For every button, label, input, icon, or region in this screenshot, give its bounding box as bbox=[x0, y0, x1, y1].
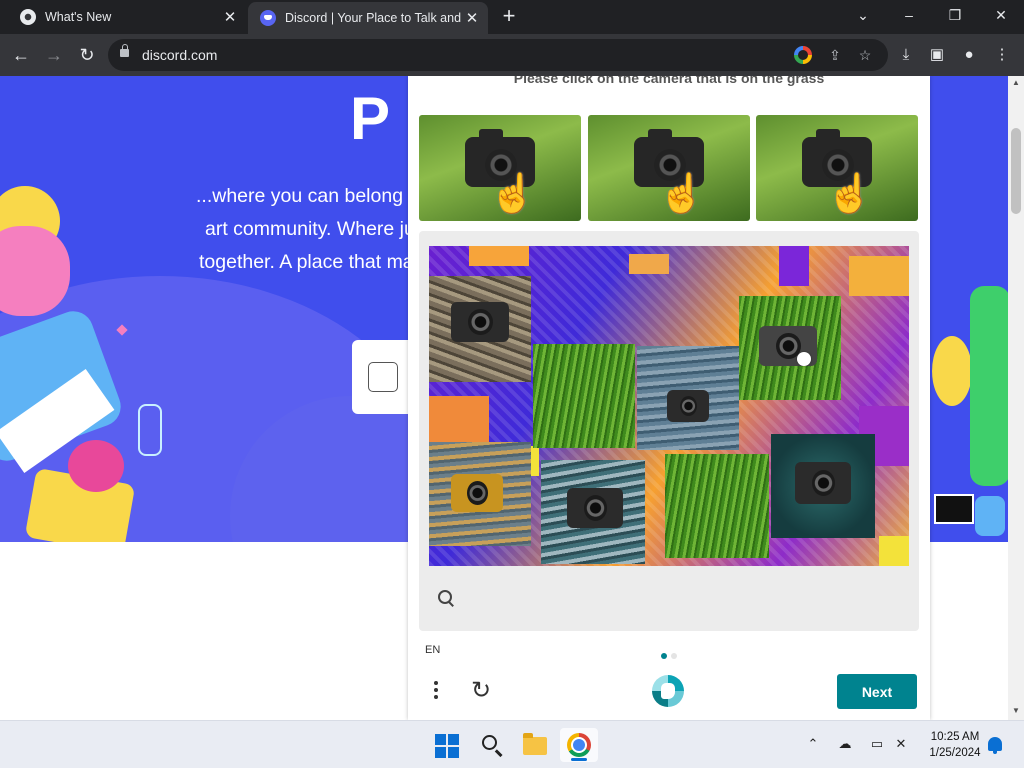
noise-block bbox=[779, 246, 809, 286]
tab-discord[interactable]: Discord | Your Place to Talk and Hang Ou… bbox=[248, 2, 488, 34]
camera-icon bbox=[451, 302, 509, 342]
network-icon[interactable]: ▭ bbox=[868, 735, 886, 753]
challenge-progress bbox=[659, 646, 679, 664]
chrome-icon bbox=[20, 9, 36, 25]
tray-overflow-chevron-icon[interactable]: ⌃ bbox=[804, 735, 822, 753]
tab-strip: What's New ✕ Discord | Your Place to Tal… bbox=[0, 0, 1024, 34]
notification-bell-icon[interactable] bbox=[988, 737, 1002, 754]
noise-block bbox=[469, 246, 529, 266]
download-checkbox[interactable] bbox=[368, 362, 398, 392]
noise-block bbox=[429, 396, 489, 446]
refresh-challenge-icon[interactable]: ↻ bbox=[468, 678, 494, 704]
file-explorer-icon bbox=[523, 733, 547, 755]
lock-icon[interactable] bbox=[120, 44, 129, 57]
example-image: ☝ bbox=[756, 115, 918, 221]
share-icon[interactable]: ⇪ bbox=[826, 46, 844, 64]
page-scrollbar[interactable]: ▲ ▼ bbox=[1008, 76, 1024, 720]
address-bar[interactable]: discord.com ⇪ ☆ bbox=[108, 39, 888, 71]
challenge-prompt: Please click on the camera that is on th… bbox=[513, 76, 825, 86]
language-selector[interactable]: EN bbox=[425, 644, 440, 656]
progress-dot-active bbox=[661, 653, 667, 659]
menu-button[interactable] bbox=[428, 678, 444, 702]
grass-tile[interactable] bbox=[665, 454, 769, 558]
menu-kebab-icon[interactable]: ⋮ bbox=[991, 44, 1013, 66]
noise-block bbox=[629, 254, 669, 274]
clock-time: 10:25 AM bbox=[930, 731, 980, 743]
character-illustration bbox=[68, 440, 124, 492]
camera-icon bbox=[567, 488, 623, 528]
character-illustration bbox=[975, 496, 1005, 536]
google-lens-icon[interactable] bbox=[794, 46, 812, 64]
pointer-hand-icon: ☝ bbox=[658, 173, 706, 215]
chrome-taskbar-button[interactable] bbox=[560, 728, 598, 762]
url-text: discord.com bbox=[142, 47, 218, 63]
taskbar-search-button[interactable] bbox=[474, 728, 508, 762]
reload-button[interactable]: ↻ bbox=[74, 42, 100, 68]
chrome-icon bbox=[567, 733, 591, 757]
tab-title: What's New bbox=[45, 10, 112, 24]
selection-marker bbox=[797, 352, 811, 366]
page-viewport: P ...where you can belong t art communit… bbox=[0, 76, 1008, 720]
scroll-up-arrow[interactable]: ▲ bbox=[1008, 78, 1024, 87]
cloud-offline-icon[interactable]: ☁ bbox=[836, 735, 854, 753]
windows-taskbar: ⌃ ☁ ▭ ✕ 10:25 AM 1/25/2024 bbox=[0, 720, 1024, 768]
tab-title: Discord | Your Place to Talk and Hang Ou… bbox=[285, 11, 462, 25]
next-button[interactable]: Next bbox=[837, 674, 917, 709]
camera-icon bbox=[795, 462, 851, 504]
tab-whats-new[interactable]: What's New ✕ bbox=[8, 0, 246, 34]
pointer-hand-icon: ☝ bbox=[826, 173, 874, 215]
file-explorer-button[interactable] bbox=[518, 728, 552, 762]
camera-tile-water[interactable] bbox=[637, 346, 739, 450]
minimize-button[interactable]: – bbox=[886, 0, 932, 34]
grass-tile[interactable] bbox=[533, 344, 635, 448]
noise-block bbox=[849, 256, 909, 296]
pointer-hand-icon: ☝ bbox=[489, 173, 537, 215]
discord-icon bbox=[260, 10, 276, 26]
scroll-down-arrow[interactable]: ▼ bbox=[1008, 706, 1024, 715]
tab-close-icon[interactable]: ✕ bbox=[220, 8, 240, 26]
close-window-button[interactable]: ✕ bbox=[978, 0, 1024, 34]
browser-toolbar: ← → ↻ discord.com ⇪ ☆ ⤓ ▣ ● ⋮ bbox=[0, 34, 1024, 76]
lantern-illustration bbox=[138, 404, 162, 456]
character-illustration bbox=[970, 286, 1008, 486]
clock-date: 1/25/2024 bbox=[929, 747, 981, 759]
new-tab-button[interactable]: + bbox=[498, 5, 520, 27]
example-image: ☝ bbox=[419, 115, 581, 221]
windows-start-icon bbox=[435, 734, 459, 758]
download-icon[interactable]: ⤓ bbox=[895, 44, 917, 66]
back-button[interactable]: ← bbox=[8, 42, 34, 68]
zoom-magnifier-icon[interactable] bbox=[437, 589, 457, 609]
volume-muted-icon[interactable]: ✕ bbox=[892, 735, 910, 753]
challenge-canvas[interactable] bbox=[429, 246, 909, 566]
profile-icon[interactable]: ● bbox=[958, 44, 980, 66]
noise-block bbox=[879, 536, 909, 566]
side-panel-icon[interactable]: ▣ bbox=[926, 44, 948, 66]
camera-tile-water[interactable] bbox=[771, 434, 875, 538]
forward-button[interactable]: → bbox=[41, 42, 67, 68]
scroll-thumb[interactable] bbox=[1011, 128, 1021, 214]
character-illustration bbox=[934, 494, 974, 524]
character-illustration bbox=[0, 226, 70, 316]
bookmark-star-icon[interactable]: ☆ bbox=[856, 46, 874, 64]
progress-dot bbox=[671, 653, 677, 659]
hcaptcha-challenge: Please click on the camera that is on th… bbox=[408, 76, 930, 720]
camera-tile-water[interactable] bbox=[541, 460, 645, 564]
hcaptcha-logo-icon bbox=[652, 675, 684, 707]
character-illustration bbox=[932, 336, 972, 406]
camera-icon bbox=[667, 390, 709, 422]
active-app-indicator bbox=[571, 758, 587, 761]
example-image: ☝ bbox=[588, 115, 750, 221]
windows-start-button[interactable] bbox=[429, 728, 463, 762]
camera-tile-water[interactable] bbox=[429, 442, 531, 546]
camera-tile-grass[interactable] bbox=[739, 296, 841, 400]
hero-heading: P bbox=[350, 85, 393, 152]
camera-icon bbox=[451, 474, 503, 512]
challenge-task-area bbox=[419, 231, 919, 631]
search-icon bbox=[482, 735, 497, 750]
maximize-button[interactable]: ❐ bbox=[932, 0, 978, 34]
system-clock[interactable]: 10:25 AM 1/25/2024 bbox=[916, 729, 994, 761]
camera-tile-rocks[interactable] bbox=[429, 276, 531, 382]
tab-close-icon[interactable]: ✕ bbox=[462, 9, 482, 27]
tab-search-button[interactable]: ⌄ bbox=[840, 0, 886, 34]
